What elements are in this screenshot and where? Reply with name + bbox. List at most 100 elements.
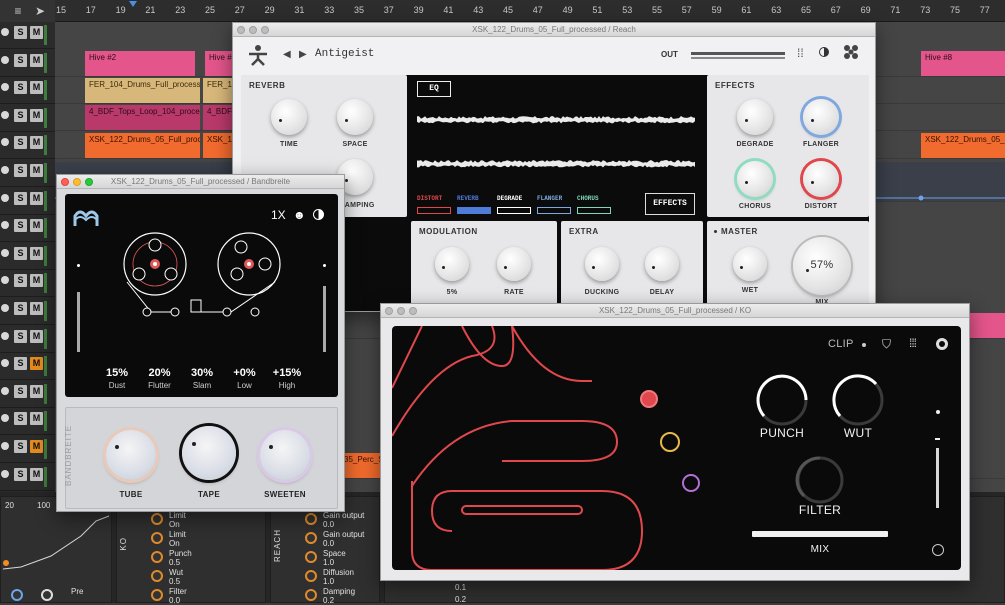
band-param-low[interactable]: +0% Low bbox=[223, 367, 267, 390]
pointer-tool-icon[interactable]: ➤ bbox=[32, 3, 48, 19]
track-activator[interactable] bbox=[1, 248, 9, 257]
track-activator[interactable] bbox=[1, 83, 9, 92]
prev-preset-icon[interactable]: ◀ bbox=[283, 49, 291, 60]
clip-hive2[interactable]: Hive #2 bbox=[85, 51, 195, 76]
clip-hive3[interactable]: Hive #3 bbox=[205, 51, 235, 76]
window-titlebar[interactable]: XSK_122_Drums_05_Full_processed / Reach bbox=[233, 23, 875, 37]
rate-knob[interactable] bbox=[497, 247, 531, 281]
red-node[interactable] bbox=[640, 390, 658, 408]
output-meter[interactable] bbox=[691, 52, 785, 55]
knob[interactable] bbox=[41, 589, 53, 601]
solo-button[interactable]: S bbox=[14, 302, 27, 315]
track-activator[interactable] bbox=[1, 28, 9, 36]
eq-button[interactable]: EQ bbox=[417, 81, 451, 97]
track-header[interactable]: SM bbox=[0, 326, 55, 353]
track-header[interactable]: SM bbox=[0, 160, 55, 187]
tape-knob[interactable] bbox=[182, 426, 236, 480]
next-preset-icon[interactable]: ▶ bbox=[299, 49, 307, 60]
mute-button[interactable]: M bbox=[30, 467, 43, 481]
theme-icon[interactable] bbox=[313, 209, 324, 220]
param-knob[interactable] bbox=[151, 513, 163, 525]
clip-fer-2[interactable]: FER_104 bbox=[203, 78, 235, 103]
solo-button[interactable]: S bbox=[14, 467, 27, 481]
track-activator[interactable] bbox=[1, 304, 9, 312]
mute-button[interactable]: M bbox=[30, 219, 43, 233]
delay-knob[interactable] bbox=[645, 247, 679, 281]
power-icon[interactable] bbox=[932, 544, 944, 556]
track-activator[interactable] bbox=[1, 138, 9, 147]
fx-tag-degrade[interactable]: DEGRADE bbox=[497, 195, 522, 202]
window-titlebar[interactable]: XSK_122_Drums_05_Full_processed / Bandbr… bbox=[57, 175, 344, 189]
track-activator[interactable] bbox=[1, 359, 9, 368]
track-header[interactable]: SM bbox=[0, 270, 55, 298]
clip-xsk-2[interactable]: XSK_122_ bbox=[203, 133, 235, 158]
solo-button[interactable]: S bbox=[14, 108, 27, 122]
track-header[interactable]: SM bbox=[0, 381, 55, 408]
track-activator[interactable] bbox=[1, 276, 9, 285]
mod-amount-knob[interactable] bbox=[435, 247, 469, 281]
wet-knob[interactable] bbox=[733, 247, 767, 281]
window-titlebar[interactable]: XSK_122_Drums_05_Full_processed / KO bbox=[381, 304, 969, 318]
solo-button[interactable]: S bbox=[14, 440, 27, 453]
param-knob[interactable] bbox=[305, 589, 317, 601]
track-header[interactable]: SM bbox=[0, 298, 55, 325]
fx-tag-reverb[interactable]: REVERB bbox=[457, 195, 479, 202]
solo-button[interactable]: S bbox=[14, 26, 27, 39]
band-param-slam[interactable]: 30% Slam bbox=[180, 367, 224, 390]
band-param-dust[interactable]: 15% Dust bbox=[95, 367, 139, 390]
menu-icon[interactable]: ≡ bbox=[10, 3, 26, 19]
mute-button[interactable]: M bbox=[30, 357, 43, 371]
fx-tag-chorus[interactable]: CHORUS bbox=[577, 195, 599, 202]
ducking-knob[interactable] bbox=[585, 247, 619, 281]
punch-knob[interactable] bbox=[754, 372, 810, 428]
track-header[interactable]: SM bbox=[0, 50, 55, 77]
solo-button[interactable]: S bbox=[14, 136, 27, 150]
clip-perc[interactable]: 35_Perc_S bbox=[340, 453, 380, 478]
purple-node[interactable] bbox=[682, 474, 700, 492]
track-activator[interactable] bbox=[1, 386, 9, 395]
fx-slot-chorus[interactable] bbox=[577, 207, 611, 214]
clip-xsk[interactable]: XSK_122_Drums_05_Full_processed bbox=[85, 133, 200, 158]
mute-button[interactable]: M bbox=[30, 384, 43, 398]
param-knob[interactable] bbox=[305, 532, 317, 544]
clip-bdf-2[interactable]: 4_BDF bbox=[203, 105, 235, 130]
solo-button[interactable]: S bbox=[14, 81, 27, 95]
sweeten-knob[interactable] bbox=[260, 430, 310, 480]
fx-slot-degrade[interactable] bbox=[497, 207, 531, 214]
face-icon[interactable]: ⛉ bbox=[882, 337, 891, 352]
mute-button[interactable]: M bbox=[30, 81, 43, 95]
mute-button[interactable]: M bbox=[30, 164, 43, 177]
input-slider[interactable] bbox=[77, 292, 80, 352]
fx-tag-distort[interactable]: DISTORT bbox=[417, 195, 442, 202]
solo-button[interactable]: S bbox=[14, 219, 27, 233]
mute-button[interactable]: M bbox=[30, 302, 43, 315]
effects-button[interactable]: EFFECTS bbox=[645, 193, 695, 215]
track-header[interactable]: SM bbox=[0, 464, 55, 491]
track-header[interactable]: SM bbox=[0, 105, 55, 132]
band-param-flutter[interactable]: 20% Flutter bbox=[138, 367, 182, 390]
fx-slot-flanger[interactable] bbox=[537, 207, 571, 214]
mute-button[interactable]: M bbox=[30, 26, 43, 39]
eq-display[interactable]: EQ DISTORT REVERB DEGRADE FLANGER CHORUS EFF… bbox=[411, 75, 703, 217]
param-knob[interactable] bbox=[151, 589, 163, 601]
track-header[interactable]: SM bbox=[0, 353, 55, 381]
clip-fer[interactable]: FER_104_Drums_Full_processed bbox=[85, 78, 200, 103]
solo-button[interactable]: S bbox=[14, 412, 27, 426]
track-header[interactable]: SM bbox=[0, 22, 55, 49]
speed-toggle[interactable]: 1X bbox=[271, 208, 286, 222]
solo-button[interactable]: S bbox=[14, 53, 27, 67]
param-knob[interactable] bbox=[151, 570, 163, 582]
track-header[interactable]: SM bbox=[0, 77, 55, 105]
track-activator[interactable] bbox=[1, 110, 9, 119]
fx-tag-flanger[interactable]: FLANGER bbox=[537, 195, 562, 202]
smiley-icon[interactable]: ☻ bbox=[293, 208, 306, 222]
solo-button[interactable]: S bbox=[14, 384, 27, 398]
solo-button[interactable]: S bbox=[14, 274, 27, 288]
distort-knob[interactable] bbox=[803, 161, 839, 197]
playhead-icon[interactable] bbox=[129, 1, 137, 7]
track-header[interactable]: SM bbox=[0, 436, 55, 463]
knob[interactable] bbox=[11, 589, 23, 601]
track-header[interactable]: SM bbox=[0, 215, 55, 243]
clip-bdf[interactable]: 4_BDF_Tops_Loop_104_processed bbox=[85, 105, 200, 130]
solo-button[interactable]: S bbox=[14, 246, 27, 260]
